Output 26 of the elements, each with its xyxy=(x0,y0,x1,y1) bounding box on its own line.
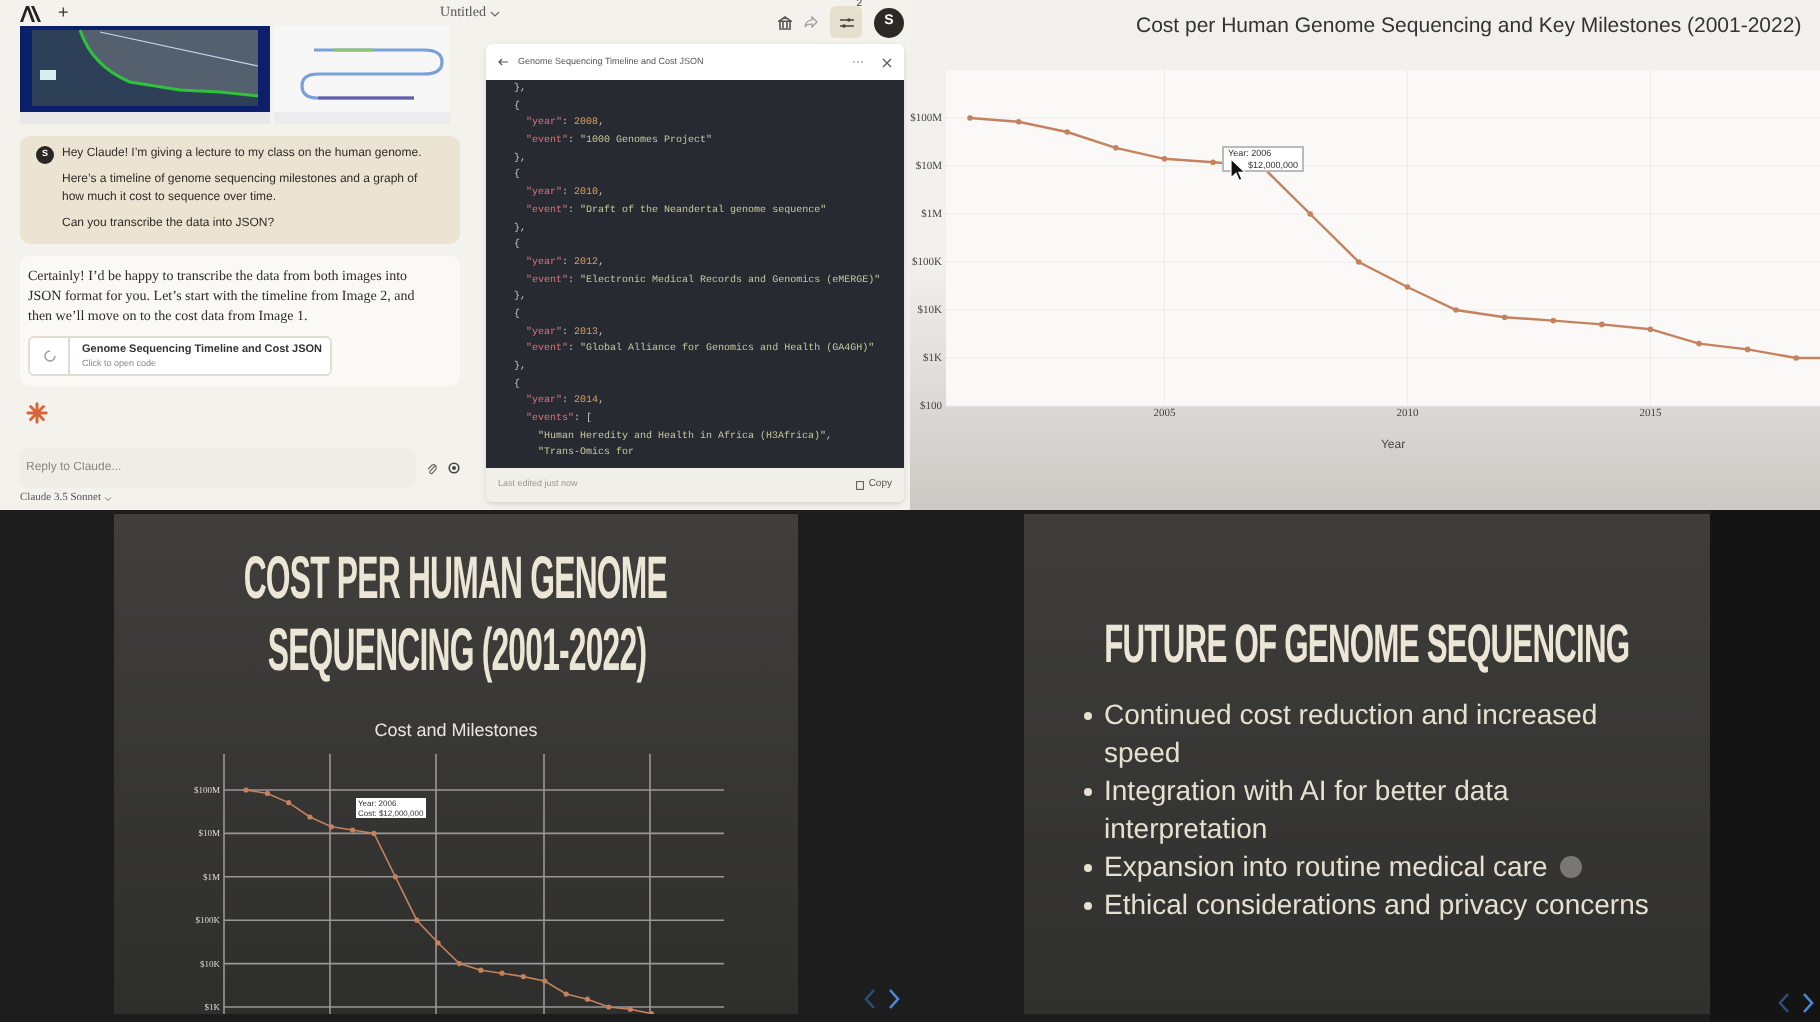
close-icon[interactable] xyxy=(882,57,892,67)
chevron-down-icon xyxy=(104,496,113,502)
spinner-icon xyxy=(43,350,55,362)
chart-title: Cost per Human Genome Sequencing and Key Milestones (2001-2022) xyxy=(1134,12,1804,42)
logo-icon[interactable] xyxy=(20,5,42,21)
slide-title: COST PER HUMAN GENOME xyxy=(244,550,668,610)
bullet-text: Expansion into routine medical care xyxy=(1104,848,1548,886)
chart-title: Cost and Milestones xyxy=(374,718,538,744)
bullet-icon xyxy=(1084,712,1092,720)
bullet-icon xyxy=(1084,902,1092,910)
clipboard-icon xyxy=(856,480,865,490)
paperclip-icon[interactable] xyxy=(426,461,438,475)
back-arrow-icon[interactable] xyxy=(498,58,508,66)
building-icon[interactable] xyxy=(778,15,792,29)
sparkle-icon xyxy=(26,402,48,424)
bullet-text: Continued cost reduction and increased speed xyxy=(1104,696,1600,772)
new-chat-button[interactable]: + xyxy=(58,4,69,22)
bullet-icon xyxy=(1084,788,1092,796)
bullet-text: Ethical considerations and privacy concerns xyxy=(1104,886,1649,924)
slide-title: SEQUENCING (2001-2022) xyxy=(266,622,646,682)
sliders-icon xyxy=(839,17,853,27)
bullet-text: Integration with AI for better data interpretation xyxy=(1104,772,1511,848)
bullet-icon xyxy=(1084,864,1092,872)
settings-icon[interactable] xyxy=(448,462,460,474)
slide-title: FUTURE OF GENOME SEQUENCING xyxy=(1104,614,1630,674)
share-icon[interactable] xyxy=(804,16,818,28)
